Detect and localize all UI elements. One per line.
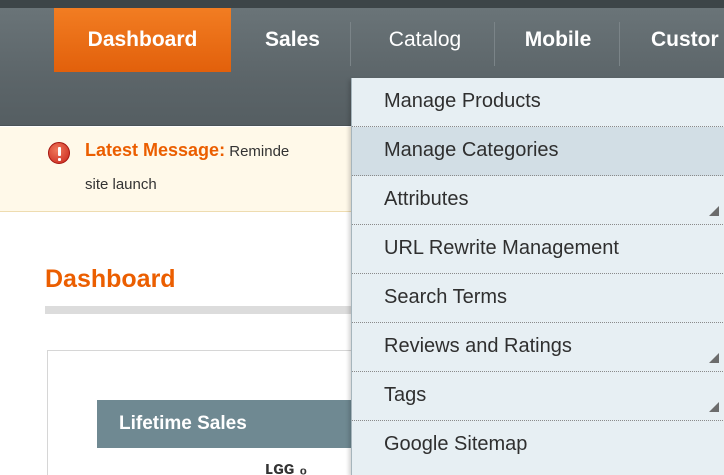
menu-item-label: Manage Products [384,90,541,112]
menu-item-manage-products[interactable]: Manage Products [352,78,724,127]
latest-message-text-continued: site launch [85,176,157,193]
nav-divider [494,22,495,66]
menu-item-label: Manage Categories [384,139,559,161]
submenu-arrow-icon [709,353,719,363]
menu-item-attributes[interactable]: Attributes [352,176,724,225]
menu-item-label: Attributes [384,188,469,210]
menu-item-label: Google Sitemap [384,433,528,455]
menu-item-manage-categories[interactable]: Manage Categories [352,127,724,176]
lifetime-sales-heading: Lifetime Sales [97,400,367,448]
nav-mobile[interactable]: Mobile [498,8,618,72]
menu-item-label: URL Rewrite Management [384,237,619,259]
menu-item-google-sitemap[interactable]: Google Sitemap [352,421,724,470]
latest-message-text: Reminde [225,143,290,160]
top-strip [0,0,724,8]
nav-divider [350,22,351,66]
latest-message: Latest Message: Reminde [85,140,289,161]
nav-divider [619,22,620,66]
nav-sales[interactable]: Sales [240,8,345,72]
latest-message-label[interactable]: Latest Message [85,140,219,160]
menu-item-reviews-and-ratings[interactable]: Reviews and Ratings [352,323,724,372]
menu-item-label: Tags [384,384,427,406]
nav-dashboard[interactable]: Dashboard [54,8,231,72]
submenu-arrow-icon [709,206,719,216]
title-divider [45,306,365,314]
error-icon [48,142,70,164]
lifetime-sales-value: ʟɢɢ ₀ [265,458,308,475]
submenu-arrow-icon [709,402,719,412]
menu-item-search-terms[interactable]: Search Terms [352,274,724,323]
menu-item-label: Reviews and Ratings [384,335,572,357]
menu-item-url-rewrite-management[interactable]: URL Rewrite Management [352,225,724,274]
page-title: Dashboard [45,265,176,293]
menu-item-label: Search Terms [384,286,508,308]
nav-customers[interactable]: Custor [623,8,724,72]
nav-catalog[interactable]: Catalog [355,8,495,72]
menu-item-tags[interactable]: Tags [352,372,724,421]
catalog-dropdown-menu: Manage Products Manage Categories Attrib… [351,78,724,475]
